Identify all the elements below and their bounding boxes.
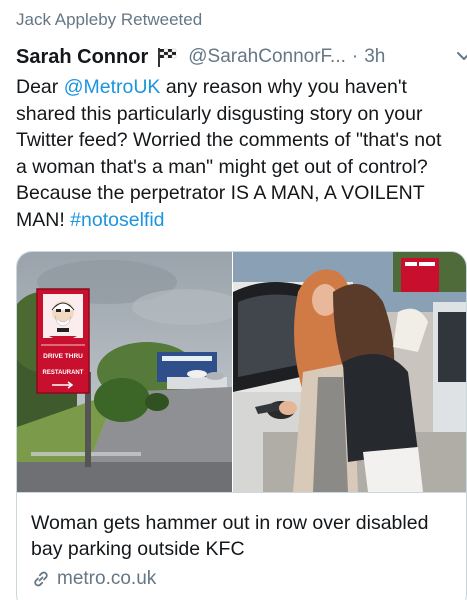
link-card[interactable]: DRIVE THRU RESTAURANT Woman gets hammer …: [16, 251, 467, 600]
author-handle[interactable]: @SarahConnorF...: [188, 46, 346, 68]
sign-text-restaurant: RESTAURANT: [43, 370, 84, 376]
mention-link[interactable]: @MetroUK: [64, 76, 161, 98]
separator-dot: ·: [351, 46, 359, 67]
hashtag-link[interactable]: #notoselfid: [70, 209, 164, 231]
tweet-timestamp[interactable]: 3h: [364, 46, 385, 68]
chevron-down-icon[interactable]: [453, 45, 467, 67]
tweet-header: Sarah Connor @SarahConnorF... · 3h: [16, 43, 467, 71]
altercation-photo: [233, 252, 466, 492]
checkered-flag-icon: [156, 47, 178, 67]
card-link[interactable]: metro.co.uk: [31, 568, 156, 590]
card-domain: metro.co.uk: [57, 568, 157, 589]
sign-text-drive-thru: DRIVE THRU: [43, 353, 83, 360]
author-display-name[interactable]: Sarah Connor: [16, 46, 148, 69]
tweet-text-prefix: Dear: [16, 76, 64, 98]
retweet-label[interactable]: Jack Appleby Retweeted: [16, 10, 202, 30]
tweet-text: Dear @MetroUK any reason why you haven't…: [16, 74, 456, 233]
link-icon: [31, 569, 51, 589]
tweet-text-body: any reason why you haven't shared this p…: [16, 76, 442, 231]
card-title[interactable]: Woman gets hammer out in row over disabl…: [31, 510, 451, 562]
kfc-sign-photo: DRIVE THRU RESTAURANT: [17, 252, 232, 492]
card-divider: [17, 492, 466, 493]
card-images[interactable]: DRIVE THRU RESTAURANT: [17, 252, 466, 492]
